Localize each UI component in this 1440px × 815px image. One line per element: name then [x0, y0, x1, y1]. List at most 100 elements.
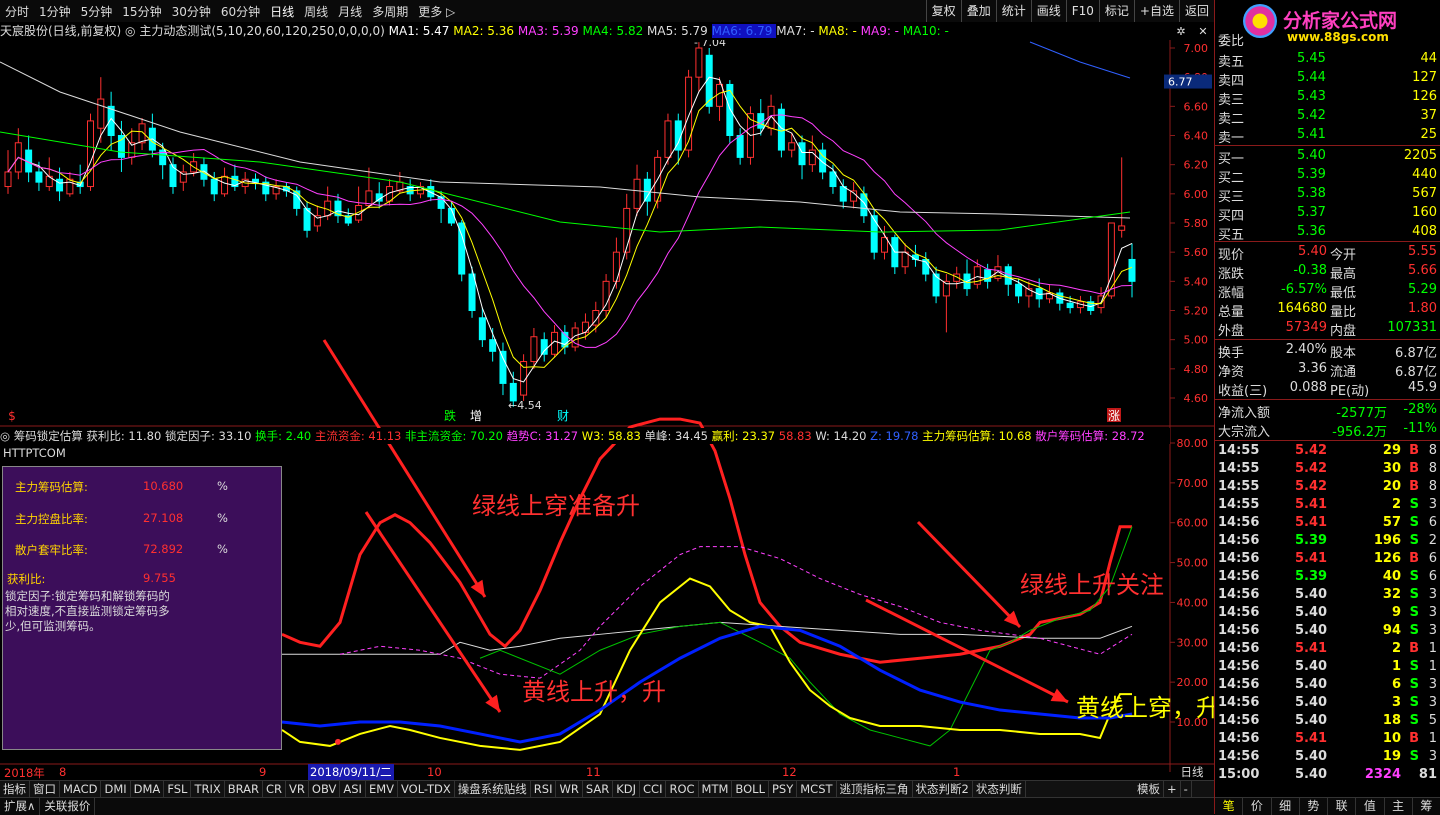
- indicator-tab[interactable]: FSL: [164, 781, 192, 798]
- period-tab[interactable]: 分时: [0, 3, 34, 20]
- toolbar-button[interactable]: F10: [1065, 0, 1099, 22]
- toolbar-button[interactable]: +自选: [1133, 0, 1179, 22]
- tick-volume: 57: [1382, 515, 1401, 530]
- period-tab[interactable]: 周线: [299, 3, 333, 20]
- related-quote-button[interactable]: 关联报价: [40, 798, 96, 815]
- tick-time: 14:56: [1218, 695, 1260, 710]
- indicator-tab[interactable]: ASI: [340, 781, 366, 798]
- fund-label: 换手: [1218, 346, 1245, 361]
- indicator-tab[interactable]: 窗口: [30, 781, 60, 798]
- close-icon[interactable]: ✕: [1198, 25, 1207, 38]
- panel-tab[interactable]: 势: [1300, 798, 1328, 815]
- candle: [468, 266, 476, 318]
- toolbar-button[interactable]: 叠加: [960, 0, 996, 22]
- toolbar-button[interactable]: 复权: [925, 0, 961, 22]
- tick-price: 5.42: [1295, 479, 1328, 494]
- increase-mark[interactable]: 增: [470, 409, 482, 423]
- tick-price: 5.40: [1295, 767, 1328, 782]
- fund-label: 股本: [1330, 346, 1357, 361]
- expand-button[interactable]: 扩展∧: [0, 798, 41, 815]
- tick-time: 15:00: [1218, 767, 1260, 782]
- quote-row: 外盘 57349 内盘 107331: [1215, 319, 1440, 339]
- indicator-tab[interactable]: TRIX: [191, 781, 225, 798]
- indicator-tab[interactable]: 状态判断2: [913, 781, 973, 798]
- panel-tab[interactable]: 价: [1243, 798, 1272, 815]
- toolbar-button[interactable]: 返回: [1178, 0, 1214, 22]
- toolbar-button[interactable]: 画线: [1030, 0, 1066, 22]
- ask-label: 卖三: [1218, 93, 1245, 108]
- indicator-circle-icon[interactable]: ◎: [125, 24, 135, 38]
- panel-tab[interactable]: 细: [1272, 798, 1300, 815]
- sub-indicator-name[interactable]: 筹码锁定估算: [14, 429, 83, 443]
- quote-value: 164680: [1277, 301, 1327, 316]
- sub-legend-item: 趋势C: 31.27: [506, 429, 582, 443]
- settings-icon[interactable]: ✲: [1176, 25, 1185, 38]
- indicator-tab[interactable]: SAR: [583, 781, 614, 798]
- indicator-tab[interactable]: DMA: [131, 781, 165, 798]
- indicator-tab[interactable]: PSY: [769, 781, 798, 798]
- quote-label: 涨跌: [1218, 267, 1245, 282]
- toolbar-button[interactable]: 统计: [995, 0, 1031, 22]
- indicator-tab[interactable]: BOLL: [732, 781, 769, 798]
- indicator-tab[interactable]: WR: [556, 781, 583, 798]
- panel-tab[interactable]: 联: [1328, 798, 1357, 815]
- ask-row: 卖五 5.45 44: [1215, 50, 1440, 70]
- indicator-tab[interactable]: MTM: [699, 781, 733, 798]
- period-tab[interactable]: 多周期: [367, 3, 413, 20]
- indicator-tab[interactable]: DMI: [101, 781, 131, 798]
- indicator-tab[interactable]: EMV: [366, 781, 398, 798]
- flow-amount: -956.2万: [1332, 425, 1387, 440]
- indicator-tabs: 指标 窗口 MACD DMI DMA FSL TRIX BRAR CR VR OBV ASI EMV VO…: [0, 780, 1214, 798]
- period-tab[interactable]: 15分钟: [117, 3, 166, 20]
- ask-label: 卖四: [1218, 74, 1245, 89]
- price-tick: 4.60: [1184, 392, 1209, 405]
- period-tab[interactable]: 30分钟: [167, 3, 216, 20]
- ask-price: 5.41: [1297, 127, 1326, 142]
- tick-price: 5.40: [1295, 677, 1328, 692]
- panel-tab[interactable]: 筹: [1413, 798, 1440, 815]
- indicator-title[interactable]: 主力动态测试(5,10,20,60,120,250,0,0,0,0): [139, 24, 385, 38]
- panel-tab[interactable]: 主: [1385, 798, 1413, 815]
- indicator-tab[interactable]: CR: [263, 781, 287, 798]
- indicator-tab[interactable]: OBV: [309, 781, 341, 798]
- quote-row: 涨幅 -6.57% 最低 5.29: [1215, 281, 1440, 301]
- add-tab-button[interactable]: +: [1164, 781, 1181, 798]
- period-tab[interactable]: 5分钟: [76, 3, 118, 20]
- remove-tab-button[interactable]: -: [1181, 781, 1192, 798]
- dollar-mark[interactable]: $: [8, 409, 16, 423]
- indicator-tab[interactable]: RSI: [531, 781, 557, 798]
- indicator-tab[interactable]: ROC: [666, 781, 699, 798]
- indicator-tab[interactable]: 逃顶指标三角: [837, 781, 913, 798]
- period-tab[interactable]: 1分钟: [34, 3, 76, 20]
- finance-mark[interactable]: 财: [557, 409, 569, 423]
- quote-label: 现价: [1218, 248, 1245, 263]
- template-button[interactable]: 模板: [1134, 781, 1164, 798]
- ma-legend-item: MA6: 6.79: [711, 24, 777, 38]
- info-unit: %: [217, 511, 228, 525]
- period-tab[interactable]: 月线: [333, 3, 367, 20]
- toolbar-button[interactable]: 标记: [1098, 0, 1134, 22]
- period-tab[interactable]: 日线: [265, 3, 299, 20]
- indicator-tab[interactable]: 指标: [0, 781, 30, 798]
- indicator-tab[interactable]: KDJ: [613, 781, 641, 798]
- tick-count: 6: [1428, 569, 1437, 584]
- indicator-tab[interactable]: BRAR: [225, 781, 264, 798]
- sub-circle-icon[interactable]: ◎: [0, 429, 10, 443]
- indicator-tab[interactable]: 操盘系统贴线: [455, 781, 531, 798]
- indicator-tab[interactable]: VOL-TDX: [398, 781, 455, 798]
- indicator-tab[interactable]: CCI: [640, 781, 667, 798]
- period-tab[interactable]: 更多 ▷: [413, 3, 460, 20]
- indicator-tab[interactable]: MCST: [797, 781, 837, 798]
- period-tab[interactable]: 60分钟: [216, 3, 265, 20]
- indicator-tab[interactable]: VR: [286, 781, 309, 798]
- indicator-tab[interactable]: 状态判断: [973, 781, 1026, 798]
- panel-tab[interactable]: 值: [1356, 798, 1385, 815]
- bottom-bar: 扩展∧ 关联报价: [0, 797, 1214, 815]
- fall-mark[interactable]: 跌: [444, 408, 456, 423]
- rise-mark[interactable]: 涨: [1108, 408, 1120, 423]
- candle: [685, 69, 693, 158]
- tick-row: 14:56 5.40 9 S 3: [1215, 604, 1440, 622]
- quote-label: 涨幅: [1218, 286, 1245, 301]
- panel-tab[interactable]: 笔: [1215, 798, 1244, 815]
- indicator-tab[interactable]: MACD: [60, 781, 102, 798]
